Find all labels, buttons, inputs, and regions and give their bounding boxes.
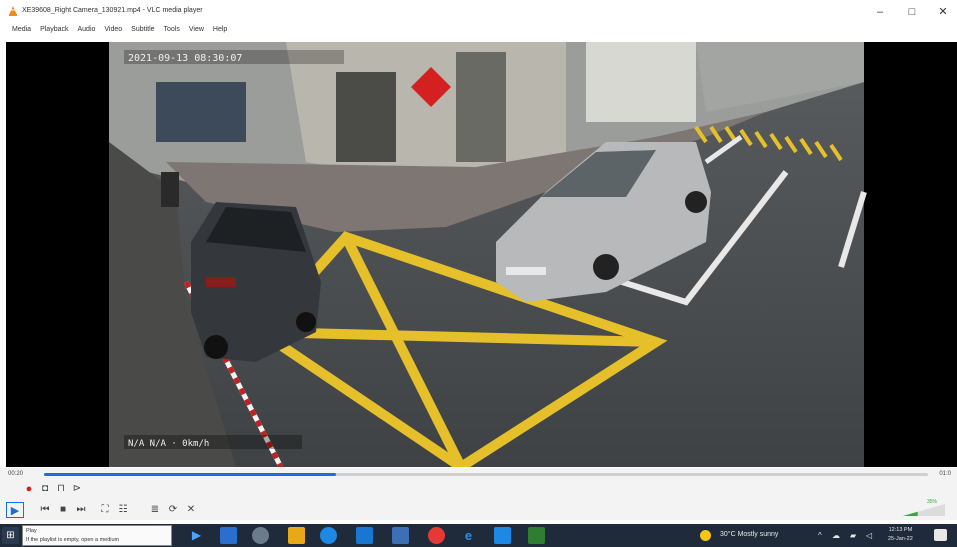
excel-icon[interactable] xyxy=(528,527,545,544)
cloud-icon[interactable]: ☁ xyxy=(832,531,840,540)
seek-progress xyxy=(44,473,336,476)
extended-settings-icon[interactable]: ☷ xyxy=(116,503,130,517)
close-button[interactable]: ✕ xyxy=(928,4,957,20)
store-icon[interactable] xyxy=(356,527,373,544)
speaker-icon[interactable]: ◁ xyxy=(866,531,872,540)
tooltip-text: If the playlist is empty, open a medium xyxy=(26,537,120,543)
outlook-icon[interactable] xyxy=(494,527,511,544)
mail-icon[interactable] xyxy=(392,527,409,544)
minimize-button[interactable]: – xyxy=(865,4,895,20)
volume-label: 35% xyxy=(926,499,937,505)
menu-video[interactable]: Video xyxy=(104,26,122,40)
chevron-up-icon[interactable]: ^ xyxy=(818,531,822,540)
frame-step-icon[interactable]: ⊳ xyxy=(70,482,84,496)
edge-icon[interactable] xyxy=(252,527,269,544)
network-icon[interactable]: ▰ xyxy=(850,531,856,540)
browser-icon[interactable] xyxy=(428,527,445,544)
menu-audio[interactable]: Audio xyxy=(77,26,95,40)
menu-view[interactable]: View xyxy=(189,26,204,40)
file-explorer-icon[interactable] xyxy=(288,527,305,544)
time-elapsed: 00:20 xyxy=(8,471,24,477)
start-icon[interactable]: ⊞ xyxy=(2,527,19,544)
fullscreen-icon[interactable]: ⛶ xyxy=(98,503,112,517)
ie-icon[interactable]: e xyxy=(460,527,477,544)
osd-timestamp: 2021-09-13 08:30:07 xyxy=(128,53,242,64)
previous-icon[interactable]: ⏮ xyxy=(38,503,52,517)
weather-text[interactable]: 30°C Mostly sunny xyxy=(720,531,778,538)
dashcam-scene: 2021-09-13 08:30:07 N/A N/A · 0km/h xyxy=(6,42,957,467)
files-icon[interactable] xyxy=(220,527,237,544)
video-frame[interactable]: 2021-09-13 08:30:07 N/A N/A · 0km/h xyxy=(6,42,957,467)
menu-subtitle[interactable]: Subtitle xyxy=(131,26,154,40)
sun-icon xyxy=(700,530,711,541)
menu-tools[interactable]: Tools xyxy=(164,26,180,40)
notification-icon[interactable] xyxy=(934,529,947,541)
advanced-controls: ● ◘ ⊓ ⊳ xyxy=(0,482,957,500)
menu-media[interactable]: Media xyxy=(12,26,31,40)
stop-icon[interactable]: ■ xyxy=(56,503,70,517)
tooltip-title: Play xyxy=(26,528,37,534)
loop-ab-icon[interactable]: ⊓ xyxy=(54,482,68,496)
volume-control[interactable]: 35% xyxy=(903,499,945,517)
vlc-cone-icon xyxy=(9,6,17,16)
chrome-icon[interactable] xyxy=(320,527,337,544)
windows-taskbar: ⊞ Play If the playlist is empty, open a … xyxy=(0,524,957,547)
snapshot-icon[interactable]: ◘ xyxy=(38,482,52,496)
maximize-button[interactable]: □ xyxy=(897,4,927,20)
shuffle-icon[interactable]: ✕ xyxy=(184,503,198,517)
title-bar: XE39608_Right Camera_130921.mp4 - VLC me… xyxy=(0,0,957,24)
volume-slider[interactable] xyxy=(903,503,945,517)
next-icon[interactable]: ⏭ xyxy=(74,503,88,517)
menu-help[interactable]: Help xyxy=(213,26,227,40)
playlist-icon[interactable]: ≣ xyxy=(148,503,162,517)
playback-controls: ▶ ⏮ ■ ⏭ ⛶ ☷ ≣ ⟳ ✕ 35% xyxy=(0,499,957,520)
menu-bar: Media Playback Audio Video Subtitle Tool… xyxy=(0,26,227,40)
clock-date: 25-Jan-22 xyxy=(888,536,913,542)
dark-suv xyxy=(191,202,321,362)
system-clock[interactable]: 12:13 PM 25-Jan-22 xyxy=(888,526,913,544)
media-player-icon[interactable]: ▶ xyxy=(188,527,205,544)
clock-time: 12:13 PM xyxy=(888,527,913,533)
seek-row: 00:20 01:0 xyxy=(0,468,957,482)
seek-slider[interactable] xyxy=(44,473,928,476)
play-button[interactable]: ▶ xyxy=(6,502,24,518)
play-tooltip: Play If the playlist is empty, open a me… xyxy=(22,525,172,546)
repeat-icon[interactable]: ⟳ xyxy=(166,503,180,517)
osd-speed: N/A N/A · 0km/h xyxy=(128,439,209,449)
window-title: XE39608_Right Camera_130921.mp4 - VLC me… xyxy=(22,7,203,14)
menu-playback[interactable]: Playback xyxy=(40,26,68,40)
record-icon[interactable]: ● xyxy=(22,482,36,496)
time-total: 01:0 xyxy=(939,471,951,477)
